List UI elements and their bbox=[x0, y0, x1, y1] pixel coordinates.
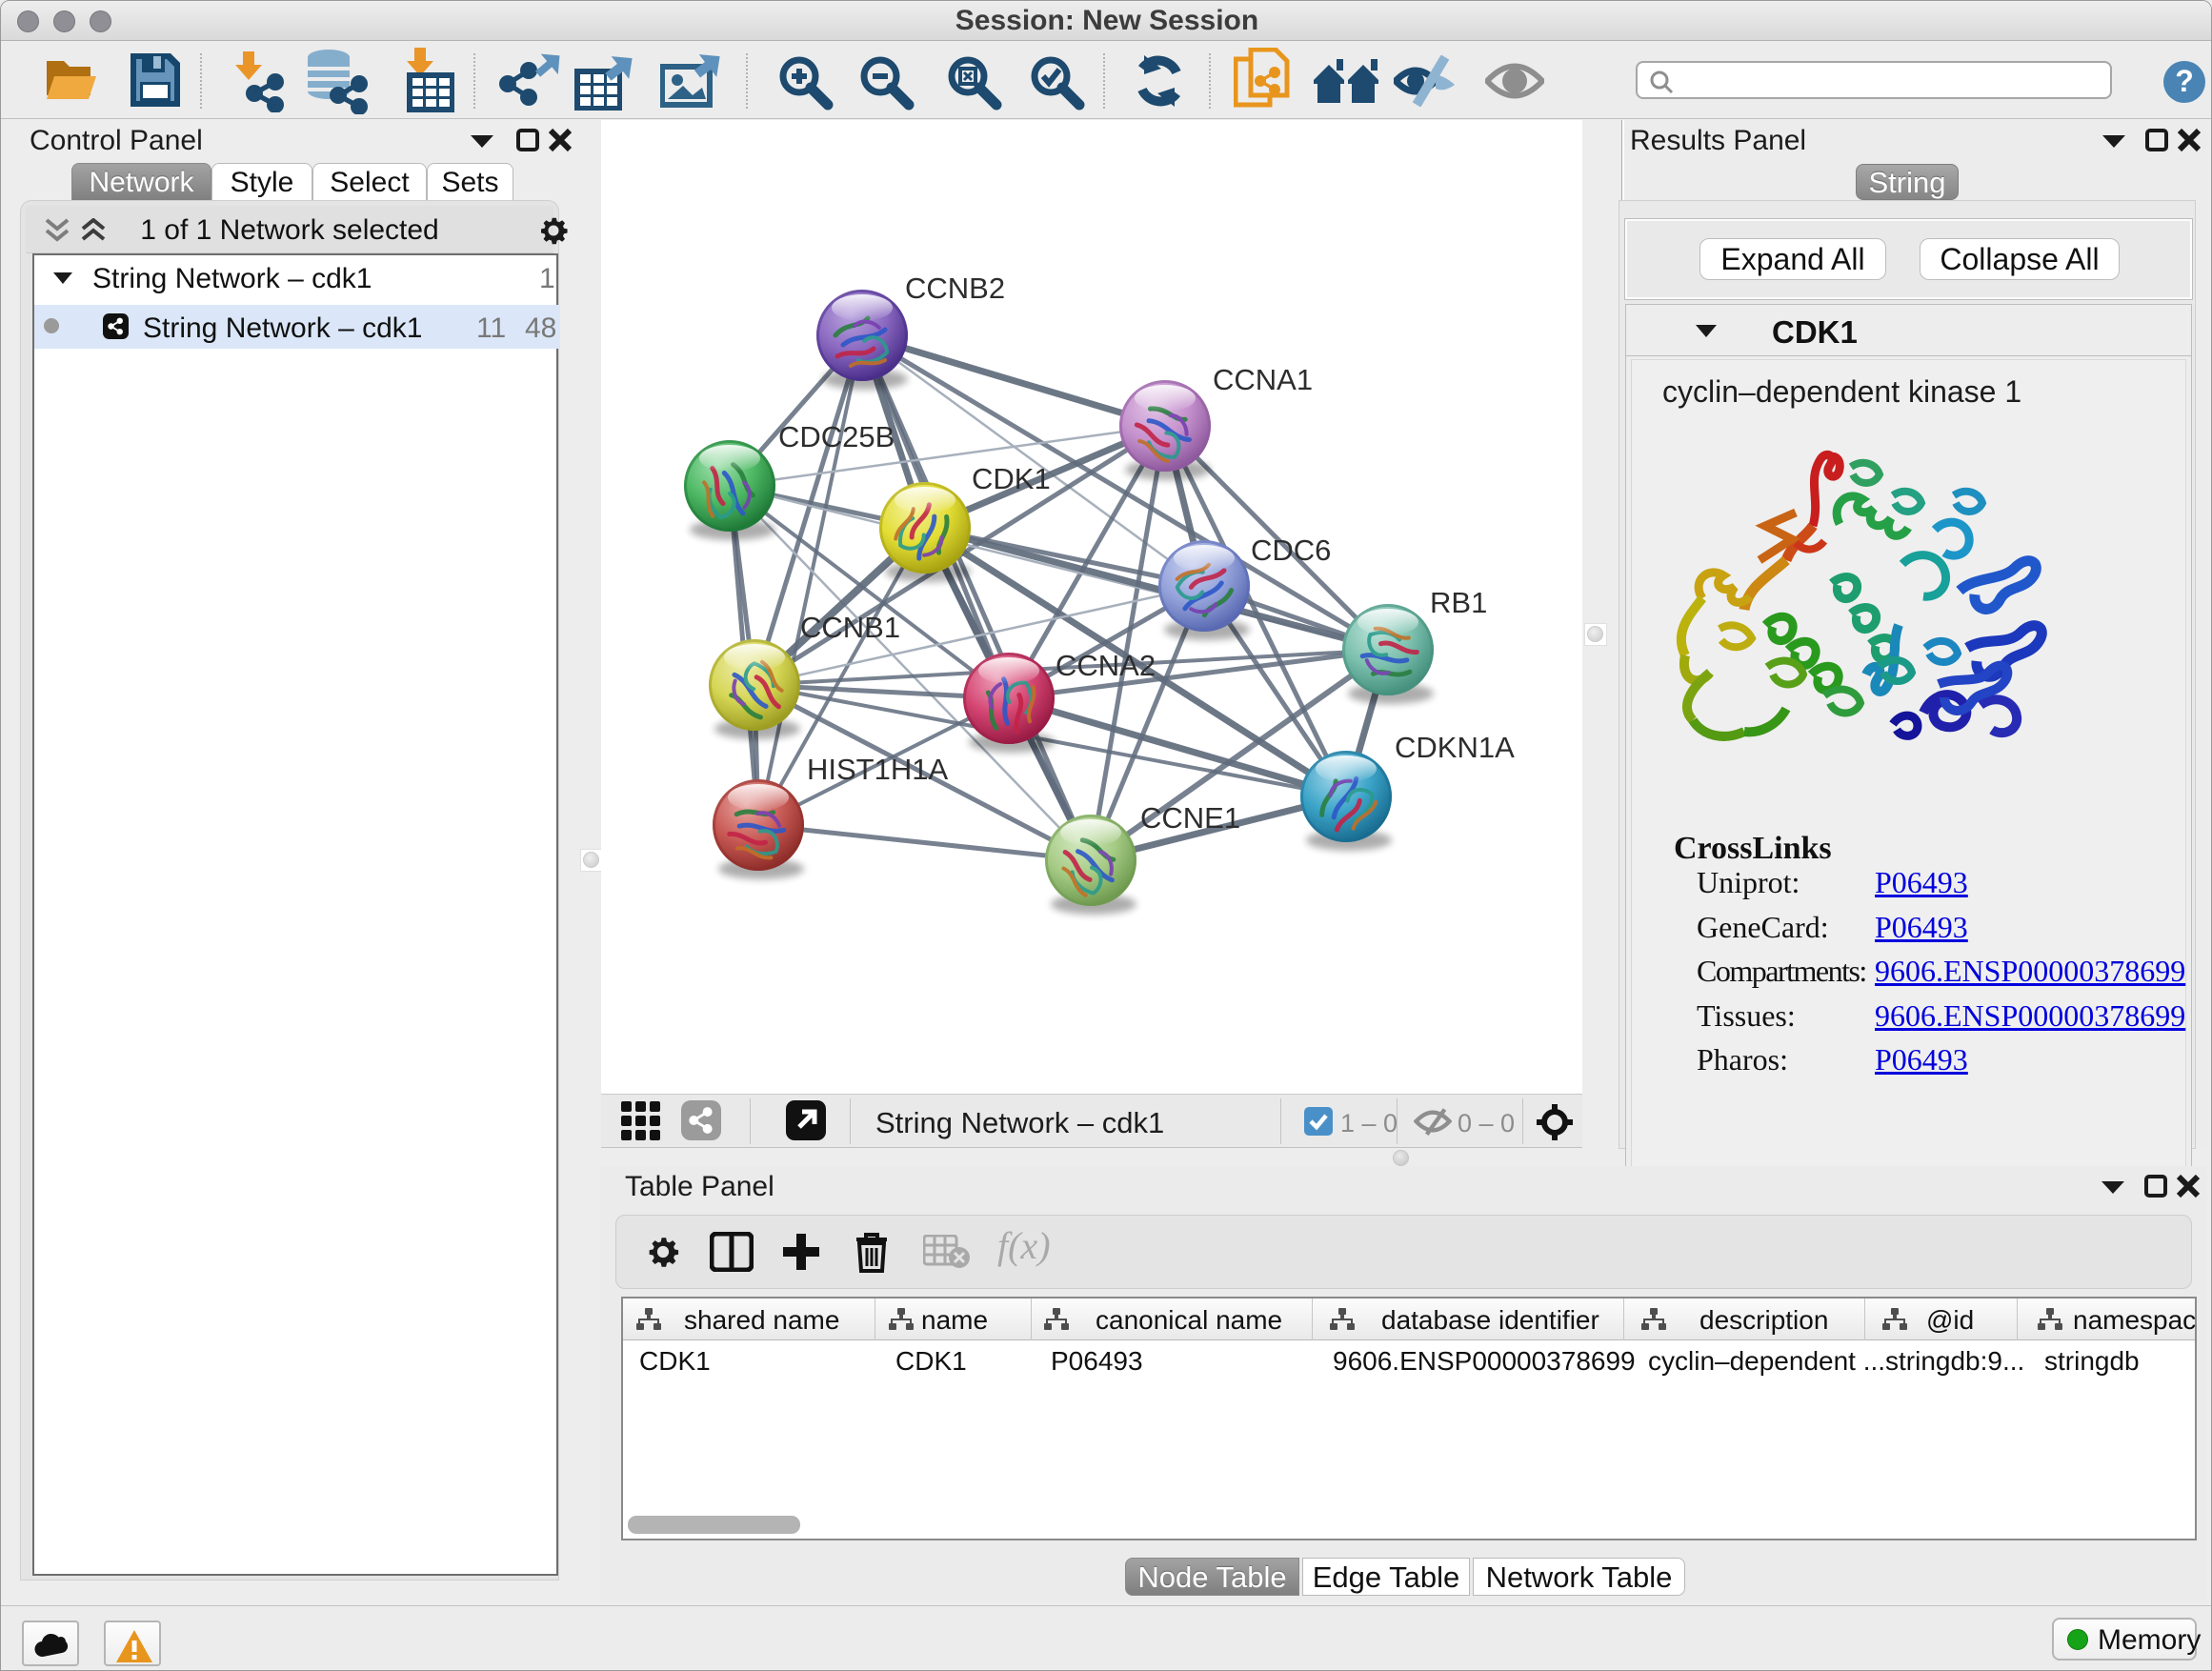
svg-text:CDK1: CDK1 bbox=[972, 462, 1051, 495]
svg-text:?: ? bbox=[2175, 64, 2194, 98]
svg-text:RB1: RB1 bbox=[1430, 586, 1487, 619]
svg-text:HIST1H1A: HIST1H1A bbox=[807, 753, 948, 786]
svg-text:CDKN1A: CDKN1A bbox=[1395, 731, 1515, 764]
svg-text:CCNE1: CCNE1 bbox=[1140, 801, 1240, 835]
svg-text:CCNA1: CCNA1 bbox=[1213, 363, 1313, 396]
svg-text:CDC25B: CDC25B bbox=[778, 420, 895, 453]
svg-text:CDC6: CDC6 bbox=[1251, 534, 1331, 567]
svg-text:CCNB2: CCNB2 bbox=[905, 272, 1005, 305]
svg-text:CCNA2: CCNA2 bbox=[1056, 649, 1156, 682]
svg-text:CCNB1: CCNB1 bbox=[800, 611, 900, 644]
